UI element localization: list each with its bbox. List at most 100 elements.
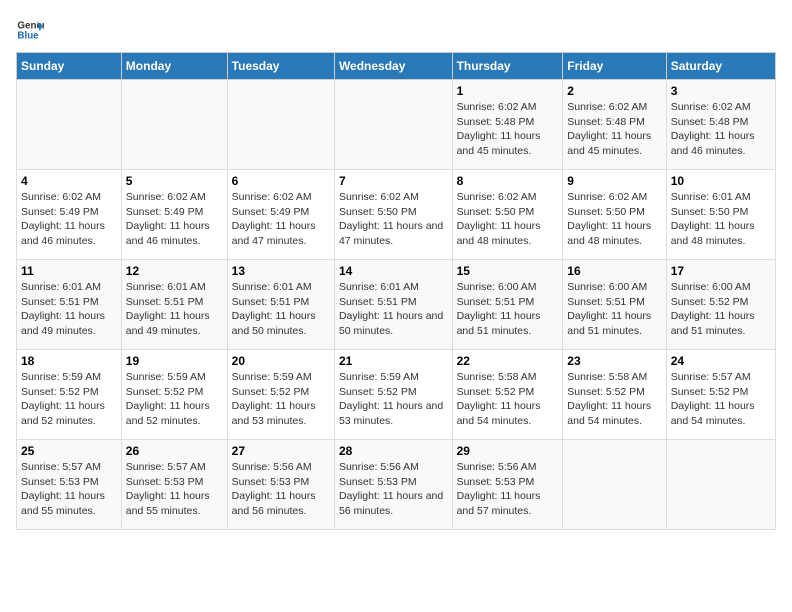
day-detail: Sunrise: 5:57 AM Sunset: 5:53 PM Dayligh… (21, 460, 117, 519)
day-detail: Sunrise: 5:57 AM Sunset: 5:52 PM Dayligh… (671, 370, 771, 429)
calendar-row-2: 11 Sunrise: 6:01 AM Sunset: 5:51 PM Dayli… (17, 260, 776, 350)
day-detail: Sunrise: 6:02 AM Sunset: 5:48 PM Dayligh… (567, 100, 661, 159)
calendar-cell: 22 Sunrise: 5:58 AM Sunset: 5:52 PM Dayli… (452, 350, 563, 440)
day-number: 29 (457, 444, 559, 458)
day-detail: Sunrise: 6:02 AM Sunset: 5:49 PM Dayligh… (232, 190, 330, 249)
day-detail: Sunrise: 6:00 AM Sunset: 5:52 PM Dayligh… (671, 280, 771, 339)
header-tuesday: Tuesday (227, 53, 334, 80)
calendar-cell: 18 Sunrise: 5:59 AM Sunset: 5:52 PM Dayli… (17, 350, 122, 440)
calendar-cell: 11 Sunrise: 6:01 AM Sunset: 5:51 PM Dayli… (17, 260, 122, 350)
day-detail: Sunrise: 6:02 AM Sunset: 5:50 PM Dayligh… (457, 190, 559, 249)
calendar-cell (17, 80, 122, 170)
day-detail: Sunrise: 6:01 AM Sunset: 5:51 PM Dayligh… (339, 280, 448, 339)
day-number: 25 (21, 444, 117, 458)
calendar-cell: 29 Sunrise: 5:56 AM Sunset: 5:53 PM Dayli… (452, 440, 563, 530)
calendar-cell: 1Sunrise: 6:02 AM Sunset: 5:48 PM Daylig… (452, 80, 563, 170)
day-number: 14 (339, 264, 448, 278)
day-detail: Sunrise: 5:57 AM Sunset: 5:53 PM Dayligh… (126, 460, 223, 519)
day-detail: Sunrise: 6:02 AM Sunset: 5:50 PM Dayligh… (567, 190, 661, 249)
day-detail: Sunrise: 6:01 AM Sunset: 5:51 PM Dayligh… (21, 280, 117, 339)
calendar-cell: 3Sunrise: 6:02 AM Sunset: 5:48 PM Daylig… (666, 80, 775, 170)
day-detail: Sunrise: 6:02 AM Sunset: 5:50 PM Dayligh… (339, 190, 448, 249)
calendar-cell: 28 Sunrise: 5:56 AM Sunset: 5:53 PM Dayli… (334, 440, 452, 530)
calendar-cell: 5 Sunrise: 6:02 AM Sunset: 5:49 PM Daylig… (121, 170, 227, 260)
day-detail: Sunrise: 5:59 AM Sunset: 5:52 PM Dayligh… (126, 370, 223, 429)
calendar-cell: 12 Sunrise: 6:01 AM Sunset: 5:51 PM Dayli… (121, 260, 227, 350)
calendar-row-0: 1Sunrise: 6:02 AM Sunset: 5:48 PM Daylig… (17, 80, 776, 170)
day-number: 9 (567, 174, 661, 188)
day-detail: Sunrise: 6:02 AM Sunset: 5:49 PM Dayligh… (21, 190, 117, 249)
day-number: 7 (339, 174, 448, 188)
calendar-cell: 14 Sunrise: 6:01 AM Sunset: 5:51 PM Dayli… (334, 260, 452, 350)
calendar-row-1: 4Sunrise: 6:02 AM Sunset: 5:49 PM Daylig… (17, 170, 776, 260)
day-number: 10 (671, 174, 771, 188)
header-wednesday: Wednesday (334, 53, 452, 80)
day-detail: Sunrise: 6:02 AM Sunset: 5:49 PM Dayligh… (126, 190, 223, 249)
calendar-table: SundayMondayTuesdayWednesdayThursdayFrid… (16, 52, 776, 530)
calendar-cell: 17 Sunrise: 6:00 AM Sunset: 5:52 PM Dayli… (666, 260, 775, 350)
day-detail: Sunrise: 6:01 AM Sunset: 5:50 PM Dayligh… (671, 190, 771, 249)
day-detail: Sunrise: 5:56 AM Sunset: 5:53 PM Dayligh… (232, 460, 330, 519)
calendar-cell: 21 Sunrise: 5:59 AM Sunset: 5:52 PM Dayli… (334, 350, 452, 440)
calendar-cell: 10 Sunrise: 6:01 AM Sunset: 5:50 PM Dayli… (666, 170, 775, 260)
day-number: 6 (232, 174, 330, 188)
calendar-header-row: SundayMondayTuesdayWednesdayThursdayFrid… (17, 53, 776, 80)
calendar-cell: 9 Sunrise: 6:02 AM Sunset: 5:50 PM Daylig… (563, 170, 666, 260)
calendar-cell: 2 Sunrise: 6:02 AM Sunset: 5:48 PM Daylig… (563, 80, 666, 170)
day-number: 22 (457, 354, 559, 368)
calendar-cell: 27 Sunrise: 5:56 AM Sunset: 5:53 PM Dayli… (227, 440, 334, 530)
day-number: 5 (126, 174, 223, 188)
day-number: 24 (671, 354, 771, 368)
calendar-cell: 23 Sunrise: 5:58 AM Sunset: 5:52 PM Dayli… (563, 350, 666, 440)
day-detail: Sunrise: 6:02 AM Sunset: 5:48 PM Dayligh… (457, 100, 559, 159)
calendar-cell (121, 80, 227, 170)
calendar-cell: 7 Sunrise: 6:02 AM Sunset: 5:50 PM Daylig… (334, 170, 452, 260)
calendar-cell: 8 Sunrise: 6:02 AM Sunset: 5:50 PM Daylig… (452, 170, 563, 260)
calendar-cell: 24 Sunrise: 5:57 AM Sunset: 5:52 PM Dayli… (666, 350, 775, 440)
calendar-cell: 16Sunrise: 6:00 AM Sunset: 5:51 PM Dayli… (563, 260, 666, 350)
day-number: 28 (339, 444, 448, 458)
logo-icon: General Blue (16, 16, 44, 44)
day-number: 12 (126, 264, 223, 278)
header-monday: Monday (121, 53, 227, 80)
day-number: 26 (126, 444, 223, 458)
day-number: 20 (232, 354, 330, 368)
day-detail: Sunrise: 5:58 AM Sunset: 5:52 PM Dayligh… (567, 370, 661, 429)
day-detail: Sunrise: 5:56 AM Sunset: 5:53 PM Dayligh… (339, 460, 448, 519)
header-thursday: Thursday (452, 53, 563, 80)
logo: General Blue (16, 16, 48, 44)
header-friday: Friday (563, 53, 666, 80)
calendar-cell (227, 80, 334, 170)
day-number: 8 (457, 174, 559, 188)
calendar-row-3: 18 Sunrise: 5:59 AM Sunset: 5:52 PM Dayli… (17, 350, 776, 440)
calendar-cell: 13Sunrise: 6:01 AM Sunset: 5:51 PM Dayli… (227, 260, 334, 350)
day-detail: Sunrise: 6:00 AM Sunset: 5:51 PM Dayligh… (457, 280, 559, 339)
page-header: General Blue (16, 16, 776, 44)
day-number: 11 (21, 264, 117, 278)
day-number: 17 (671, 264, 771, 278)
svg-text:Blue: Blue (17, 30, 39, 41)
calendar-cell: 4Sunrise: 6:02 AM Sunset: 5:49 PM Daylig… (17, 170, 122, 260)
day-detail: Sunrise: 5:59 AM Sunset: 5:52 PM Dayligh… (21, 370, 117, 429)
calendar-cell (334, 80, 452, 170)
day-detail: Sunrise: 5:58 AM Sunset: 5:52 PM Dayligh… (457, 370, 559, 429)
calendar-cell: 20Sunrise: 5:59 AM Sunset: 5:52 PM Dayli… (227, 350, 334, 440)
calendar-cell: 25 Sunrise: 5:57 AM Sunset: 5:53 PM Dayli… (17, 440, 122, 530)
day-detail: Sunrise: 6:01 AM Sunset: 5:51 PM Dayligh… (126, 280, 223, 339)
header-saturday: Saturday (666, 53, 775, 80)
calendar-cell: 15Sunrise: 6:00 AM Sunset: 5:51 PM Dayli… (452, 260, 563, 350)
calendar-cell (563, 440, 666, 530)
day-number: 19 (126, 354, 223, 368)
day-number: 23 (567, 354, 661, 368)
day-detail: Sunrise: 5:56 AM Sunset: 5:53 PM Dayligh… (457, 460, 559, 519)
day-number: 18 (21, 354, 117, 368)
day-number: 2 (567, 84, 661, 98)
day-detail: Sunrise: 6:00 AM Sunset: 5:51 PM Dayligh… (567, 280, 661, 339)
day-number: 21 (339, 354, 448, 368)
day-detail: Sunrise: 6:01 AM Sunset: 5:51 PM Dayligh… (232, 280, 330, 339)
calendar-cell: 26 Sunrise: 5:57 AM Sunset: 5:53 PM Dayli… (121, 440, 227, 530)
day-detail: Sunrise: 5:59 AM Sunset: 5:52 PM Dayligh… (339, 370, 448, 429)
day-detail: Sunrise: 6:02 AM Sunset: 5:48 PM Dayligh… (671, 100, 771, 159)
day-number: 27 (232, 444, 330, 458)
calendar-cell (666, 440, 775, 530)
